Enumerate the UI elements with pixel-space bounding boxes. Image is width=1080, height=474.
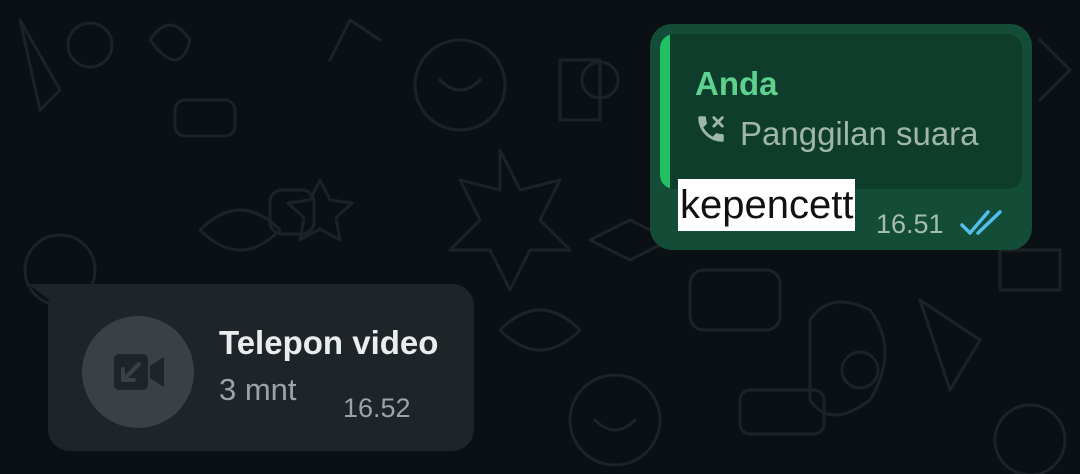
video-missed-call-icon <box>114 354 164 390</box>
quoted-text: Panggilan suara <box>740 115 979 152</box>
call-title: Telepon video <box>219 324 439 361</box>
call-time: 16.52 <box>343 393 411 423</box>
incoming-call-bubble[interactable]: Telepon video 3 mnt 16.52 <box>48 284 474 451</box>
quote-accent-bar <box>660 34 670 189</box>
call-type-avatar <box>82 316 194 428</box>
double-check-read-icon <box>960 210 1002 235</box>
quoted-author: Anda <box>695 65 778 102</box>
call-icon <box>698 116 724 142</box>
call-duration: 3 mnt <box>219 372 297 407</box>
quoted-message[interactable]: Anda Panggilan suara <box>660 34 1022 189</box>
message-time: 16.51 <box>876 209 944 239</box>
message-text: kepencett <box>678 179 856 231</box>
outgoing-message-bubble[interactable]: Anda Panggilan suara kepencett 16.51 <box>650 24 1032 250</box>
